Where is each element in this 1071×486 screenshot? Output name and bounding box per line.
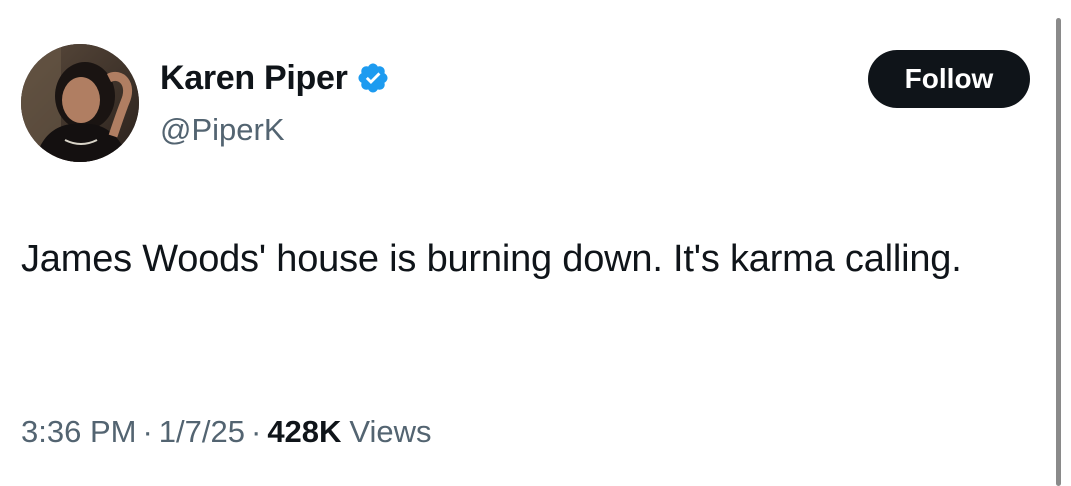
display-name-row[interactable]: Karen Piper xyxy=(160,56,390,100)
avatar[interactable] xyxy=(21,44,139,162)
tweet-time[interactable]: 3:36 PM xyxy=(21,414,136,450)
scrollbar[interactable] xyxy=(1056,18,1061,486)
tweet-text: James Woods' house is burning down. It's… xyxy=(21,238,962,280)
meta-separator: · xyxy=(142,414,153,449)
views-count[interactable]: 428K xyxy=(267,414,341,450)
verified-badge-icon xyxy=(356,61,390,95)
views-label[interactable]: Views xyxy=(349,414,431,450)
tweet-card: Karen Piper @PiperK Follow James Woods' … xyxy=(0,0,1071,486)
tweet-date[interactable]: 1/7/25 xyxy=(159,414,245,450)
follow-button[interactable]: Follow xyxy=(868,50,1030,108)
display-name[interactable]: Karen Piper xyxy=(160,59,348,98)
tweet-meta: 3:36 PM · 1/7/25 · 428K Views xyxy=(21,414,432,450)
user-handle[interactable]: @PiperK xyxy=(160,112,285,148)
meta-separator: · xyxy=(250,414,262,449)
